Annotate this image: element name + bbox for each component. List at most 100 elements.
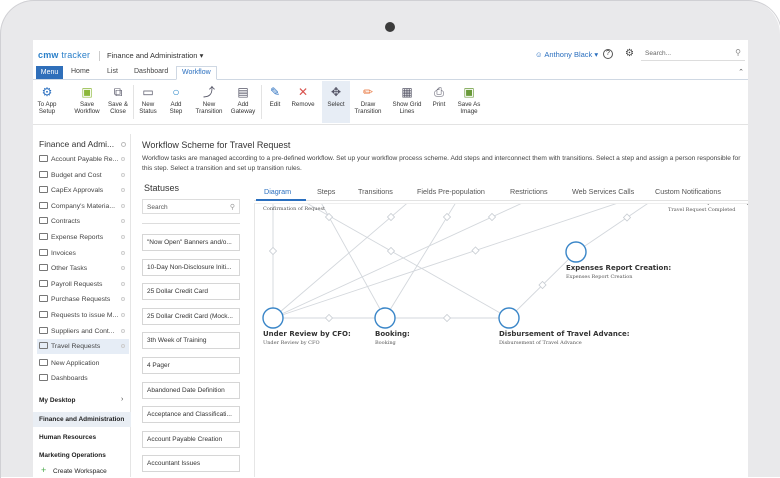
print-icon: ⎙ bbox=[434, 85, 444, 99]
gear-icon[interactable]: ⚙ bbox=[625, 48, 634, 59]
section-my-desktop[interactable]: My Desktop bbox=[39, 397, 75, 404]
sidebar-item[interactable]: Requests to issue M... bbox=[37, 308, 129, 323]
sidebar-item[interactable]: Invoices bbox=[37, 246, 129, 261]
tab-dashboard[interactable]: Dashboard bbox=[134, 68, 168, 75]
collapse-icon[interactable]: ⌃ bbox=[738, 68, 744, 76]
status-item[interactable]: 4 Pager bbox=[142, 357, 240, 374]
settings-dot-icon[interactable] bbox=[121, 313, 125, 317]
status-item[interactable]: Abandoned Date Definition bbox=[142, 381, 240, 399]
tab-steps[interactable]: Steps bbox=[317, 187, 335, 196]
settings-dot-icon[interactable] bbox=[121, 281, 125, 286]
select-button[interactable]: ✥ Select bbox=[322, 81, 350, 123]
app-logo[interactable]: cmw tracker bbox=[38, 50, 90, 60]
create-workspace-link[interactable]: Create Workspace bbox=[53, 468, 107, 475]
draw-transition-button[interactable]: ✏ Draw Transition bbox=[353, 81, 383, 123]
save-as-image-button[interactable]: ▣ Save As Image bbox=[456, 81, 482, 123]
transition-line[interactable] bbox=[575, 204, 678, 253]
sidebar-link-new-application[interactable]: New Application bbox=[37, 356, 129, 371]
save-close-button[interactable]: ⧉ Save & Close bbox=[106, 81, 130, 123]
status-item[interactable]: Account Payable Creation bbox=[142, 430, 240, 448]
sidebar-item[interactable]: Payroll Requests bbox=[37, 277, 129, 292]
save-icon: ▣ bbox=[81, 85, 93, 99]
sidebar-item[interactable]: Travel Requests bbox=[37, 339, 129, 355]
workflow-step-node[interactable] bbox=[498, 307, 520, 329]
transition-handle[interactable] bbox=[487, 212, 497, 222]
sidebar-item[interactable]: Other Tasks bbox=[37, 261, 129, 276]
transition-handle[interactable] bbox=[442, 212, 452, 222]
sidebar-item[interactable]: Contracts bbox=[37, 214, 129, 229]
sidebar-item-label: Budget and Cost bbox=[51, 171, 102, 179]
section-human-resources[interactable]: Human Resources bbox=[39, 434, 96, 441]
transition-handle[interactable] bbox=[471, 246, 480, 255]
status-item[interactable]: 25 Dollar Credit Card (Mock... bbox=[142, 307, 240, 325]
transition-handle[interactable] bbox=[386, 246, 396, 256]
status-item[interactable]: "Now Open" Banners and/o... bbox=[142, 234, 240, 251]
sidebar-item[interactable]: Suppliers and Cont... bbox=[37, 324, 129, 339]
transition-handle[interactable] bbox=[324, 313, 334, 323]
tab-home[interactable]: Home bbox=[71, 68, 90, 75]
settings-dot-icon[interactable] bbox=[121, 157, 125, 161]
new-status-button[interactable]: ▭ New Status bbox=[136, 81, 160, 123]
section-marketing-operations[interactable]: Marketing Operations bbox=[39, 452, 106, 459]
workflow-step-node[interactable] bbox=[565, 241, 587, 263]
settings-dot-icon[interactable] bbox=[121, 297, 125, 302]
user-menu[interactable]: ☺ Anthony Black ▾ bbox=[535, 50, 598, 59]
settings-dot-icon[interactable] bbox=[121, 266, 125, 271]
settings-dot-icon[interactable] bbox=[121, 219, 125, 224]
sidebar-item[interactable]: Account Payable Re... bbox=[37, 152, 129, 167]
tab-custom-notifications[interactable]: Custom Notifications bbox=[655, 187, 721, 196]
add-gateway-button[interactable]: ▤ Add Gateway bbox=[229, 81, 257, 123]
show-grid-lines-button[interactable]: ▦ Show Grid Lines bbox=[390, 81, 424, 123]
print-button[interactable]: ⎙ Print bbox=[429, 81, 449, 123]
settings-dot-icon[interactable] bbox=[121, 344, 125, 349]
transition-line[interactable] bbox=[272, 204, 678, 319]
settings-dot-icon[interactable] bbox=[121, 188, 125, 193]
sidebar-item[interactable]: CapEx Approvals bbox=[37, 183, 129, 198]
save-workflow-button[interactable]: ▣ Save Workflow bbox=[72, 81, 102, 123]
status-item[interactable]: Acceptance and Classificati... bbox=[142, 406, 240, 424]
sidebar-item[interactable]: Budget and Cost bbox=[37, 168, 129, 183]
settings-dot-icon[interactable] bbox=[121, 235, 125, 239]
status-item[interactable]: 3th Week of Training bbox=[142, 332, 240, 350]
settings-dot-icon[interactable] bbox=[121, 203, 125, 208]
transition-handle[interactable] bbox=[442, 313, 452, 323]
status-search-input[interactable]: Search ⚲ bbox=[142, 199, 240, 214]
status-item[interactable]: 10-Day Non-Disclosure Initi... bbox=[142, 258, 240, 276]
workflow-diagram-canvas[interactable]: Travel Request Creation:Travel Request C… bbox=[254, 203, 748, 477]
settings-dot-icon[interactable] bbox=[121, 250, 125, 255]
remove-button[interactable]: ✕ Remove bbox=[290, 81, 316, 123]
status-item[interactable]: Accountant Issues bbox=[142, 455, 240, 473]
workspace-selector[interactable]: Finance and Administration ▾ bbox=[107, 51, 203, 60]
sidebar-link-dashboards[interactable]: Dashboards bbox=[37, 371, 129, 386]
tab-list[interactable]: List bbox=[107, 68, 118, 75]
settings-dot-icon[interactable] bbox=[121, 172, 125, 177]
tab-web-services-calls[interactable]: Web Services Calls bbox=[572, 187, 634, 196]
transition-handle[interactable] bbox=[622, 213, 632, 222]
workflow-step-node[interactable] bbox=[374, 307, 396, 329]
chevron-right-icon[interactable]: › bbox=[121, 396, 123, 403]
plus-icon[interactable]: + bbox=[41, 465, 46, 475]
sidebar-item[interactable]: Expense Reports bbox=[37, 230, 129, 245]
status-item[interactable]: 25 Dollar Credit Card bbox=[142, 283, 240, 301]
workflow-step-node[interactable] bbox=[262, 307, 284, 329]
new-transition-button[interactable]: ⤴ New Transition bbox=[194, 81, 224, 123]
tab-diagram[interactable]: Diagram bbox=[264, 187, 291, 196]
section-finance-and-administration[interactable]: Finance and Administration bbox=[39, 416, 124, 423]
tab-transitions[interactable]: Transitions bbox=[358, 187, 393, 196]
tab-restrictions[interactable]: Restrictions bbox=[510, 187, 548, 196]
tab-workflow[interactable]: Workflow bbox=[176, 66, 217, 80]
add-step-button[interactable]: ○ Add Step bbox=[164, 81, 188, 123]
sidebar-title[interactable]: Finance and Admi... bbox=[39, 139, 119, 149]
edit-button[interactable]: ✎ Edit bbox=[265, 81, 285, 123]
settings-dot-icon[interactable] bbox=[121, 328, 125, 333]
sidebar-item[interactable]: Company's Materia... bbox=[37, 199, 129, 214]
to-app-setup-button[interactable]: ⚙ To App Setup bbox=[35, 81, 59, 123]
settings-dot-icon[interactable] bbox=[121, 142, 126, 147]
menu-button[interactable]: Menu bbox=[36, 66, 63, 79]
global-search-input[interactable]: Search... ⚲ bbox=[641, 47, 745, 61]
transition-handle[interactable] bbox=[268, 246, 278, 256]
sidebar-item[interactable]: Purchase Requests bbox=[37, 292, 129, 307]
help-icon[interactable]: ? bbox=[603, 49, 613, 59]
folder-icon bbox=[39, 233, 48, 240]
tab-fields-pre-population[interactable]: Fields Pre-population bbox=[417, 187, 485, 196]
